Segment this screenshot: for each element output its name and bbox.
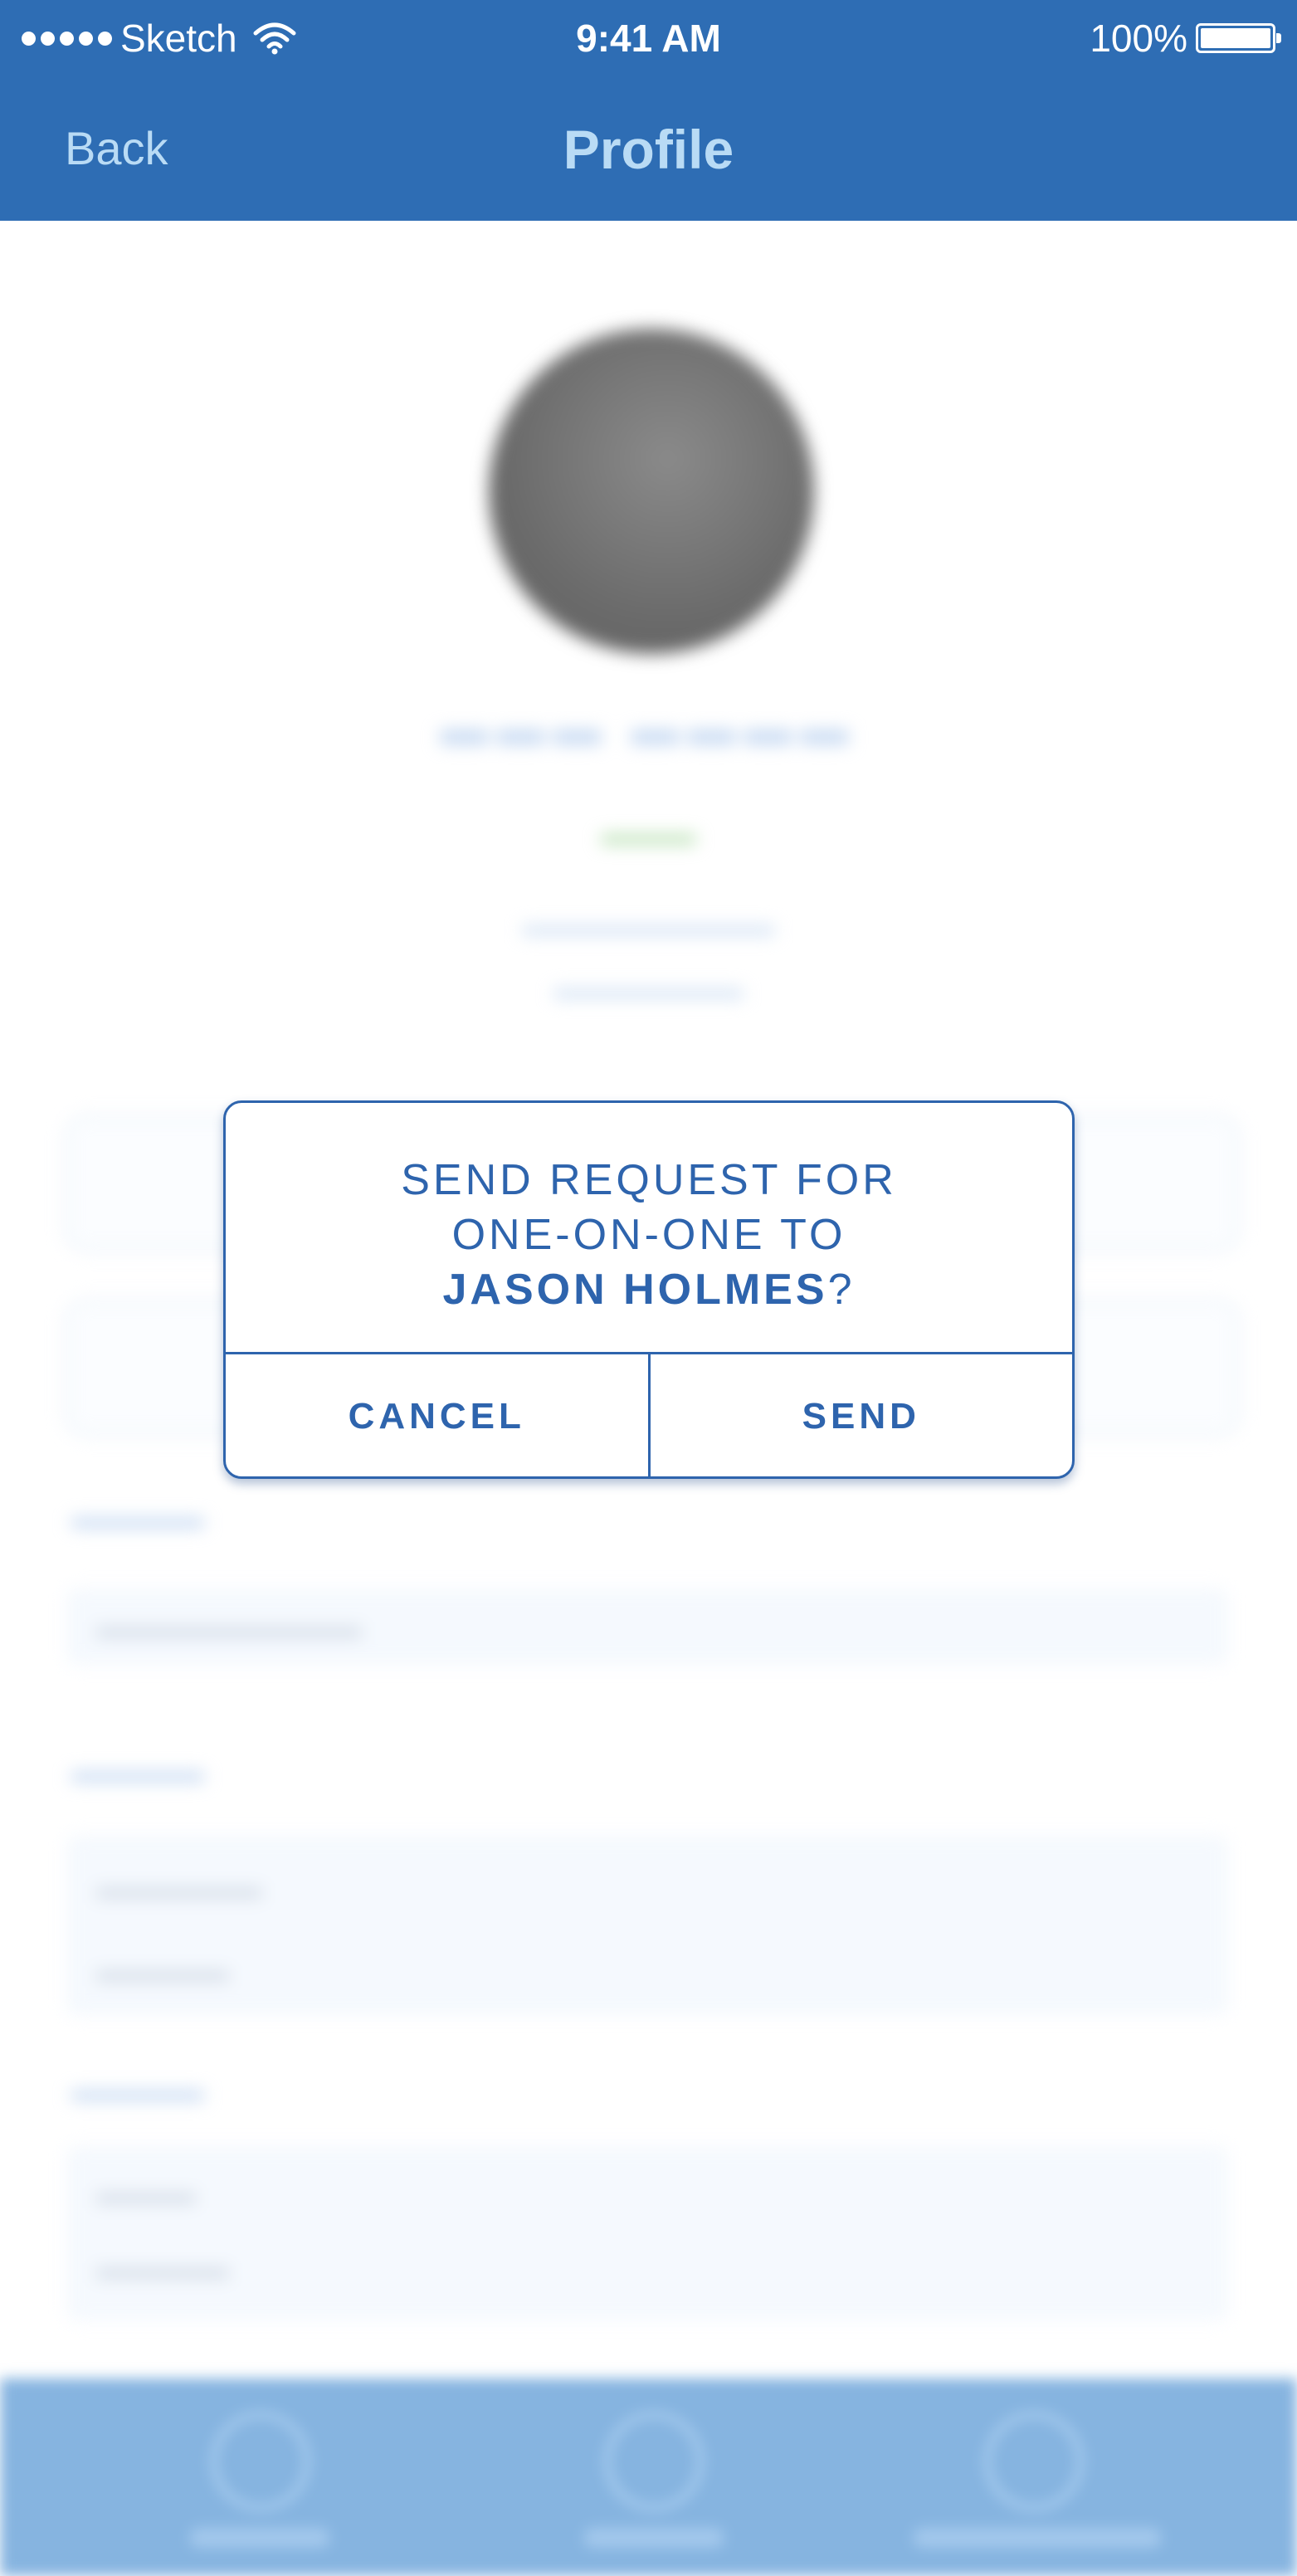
section-item-blurred: ▬▬▬▬ <box>96 1952 229 1988</box>
request-dialog: SEND REQUEST FOR ONE-ON-ONE TO JASON HOL… <box>223 1100 1075 1479</box>
cancel-button[interactable]: CANCEL <box>226 1354 651 1479</box>
page-title: Profile <box>563 119 734 180</box>
tab-icon[interactable] <box>984 2412 1084 2511</box>
tab-label-blurred <box>913 2528 1162 2548</box>
tab-label-blurred <box>189 2528 330 2548</box>
section-item-blurred: ▬▬▬▬ <box>96 2249 229 2286</box>
send-button[interactable]: SEND <box>651 1354 1073 1479</box>
tab-bar <box>0 2378 1297 2576</box>
avatar <box>489 329 814 654</box>
section-box: ▬▬▬ ▬▬▬▬ <box>66 2146 1228 2320</box>
dialog-line-2: ONE-ON-ONE TO <box>451 1211 846 1259</box>
section-label-blurred: ▬▬▬▬ <box>71 1499 204 1535</box>
dialog-message: SEND REQUEST FOR ONE-ON-ONE TO JASON HOL… <box>226 1153 1072 1317</box>
status-right: 100% <box>1090 12 1281 65</box>
tab-icon[interactable] <box>211 2412 310 2511</box>
dialog-line-1: SEND REQUEST FOR <box>401 1156 897 1204</box>
section-label-blurred: ▬▬▬▬ <box>71 2071 204 2108</box>
navigation-bar: Back Profile <box>0 80 1297 221</box>
tab-icon[interactable] <box>604 2412 704 2511</box>
section-box: ▬▬▬▬▬ ▬▬▬▬ <box>66 1836 1228 2015</box>
battery-icon <box>1196 23 1281 53</box>
section-box: ▬▬▬▬▬▬▬▬ <box>66 1588 1228 1665</box>
dialog-recipient-name: JASON HOLMES <box>442 1266 828 1314</box>
tab-label-blurred <box>583 2528 724 2548</box>
section-label-blurred: ▬▬▬▬ <box>71 1753 204 1789</box>
online-status-blurred: ▬▬▬ <box>601 817 696 851</box>
profile-detail-blurred: ▬▬▬▬▬▬▬▬ <box>522 908 775 943</box>
dialog-question-mark: ? <box>827 1266 856 1314</box>
section-item-blurred: ▬▬▬ <box>96 2174 196 2211</box>
section-item-blurred: ▬▬▬▬▬ <box>96 1869 262 1905</box>
status-bar: Sketch 9:41 AM 100% <box>0 0 1297 80</box>
section-item-blurred: ▬▬▬▬▬▬▬▬ <box>96 1608 362 1645</box>
profile-detail-blurred: ▬▬▬▬▬▬ <box>553 971 744 1006</box>
dialog-actions: CANCEL SEND <box>226 1352 1072 1479</box>
battery-percent: 100% <box>1090 17 1187 60</box>
dialog-line-3: JASON HOLMES? <box>226 1262 1072 1317</box>
profile-name-blurred: ▬▬▬ ▬▬▬▬ <box>440 701 857 755</box>
